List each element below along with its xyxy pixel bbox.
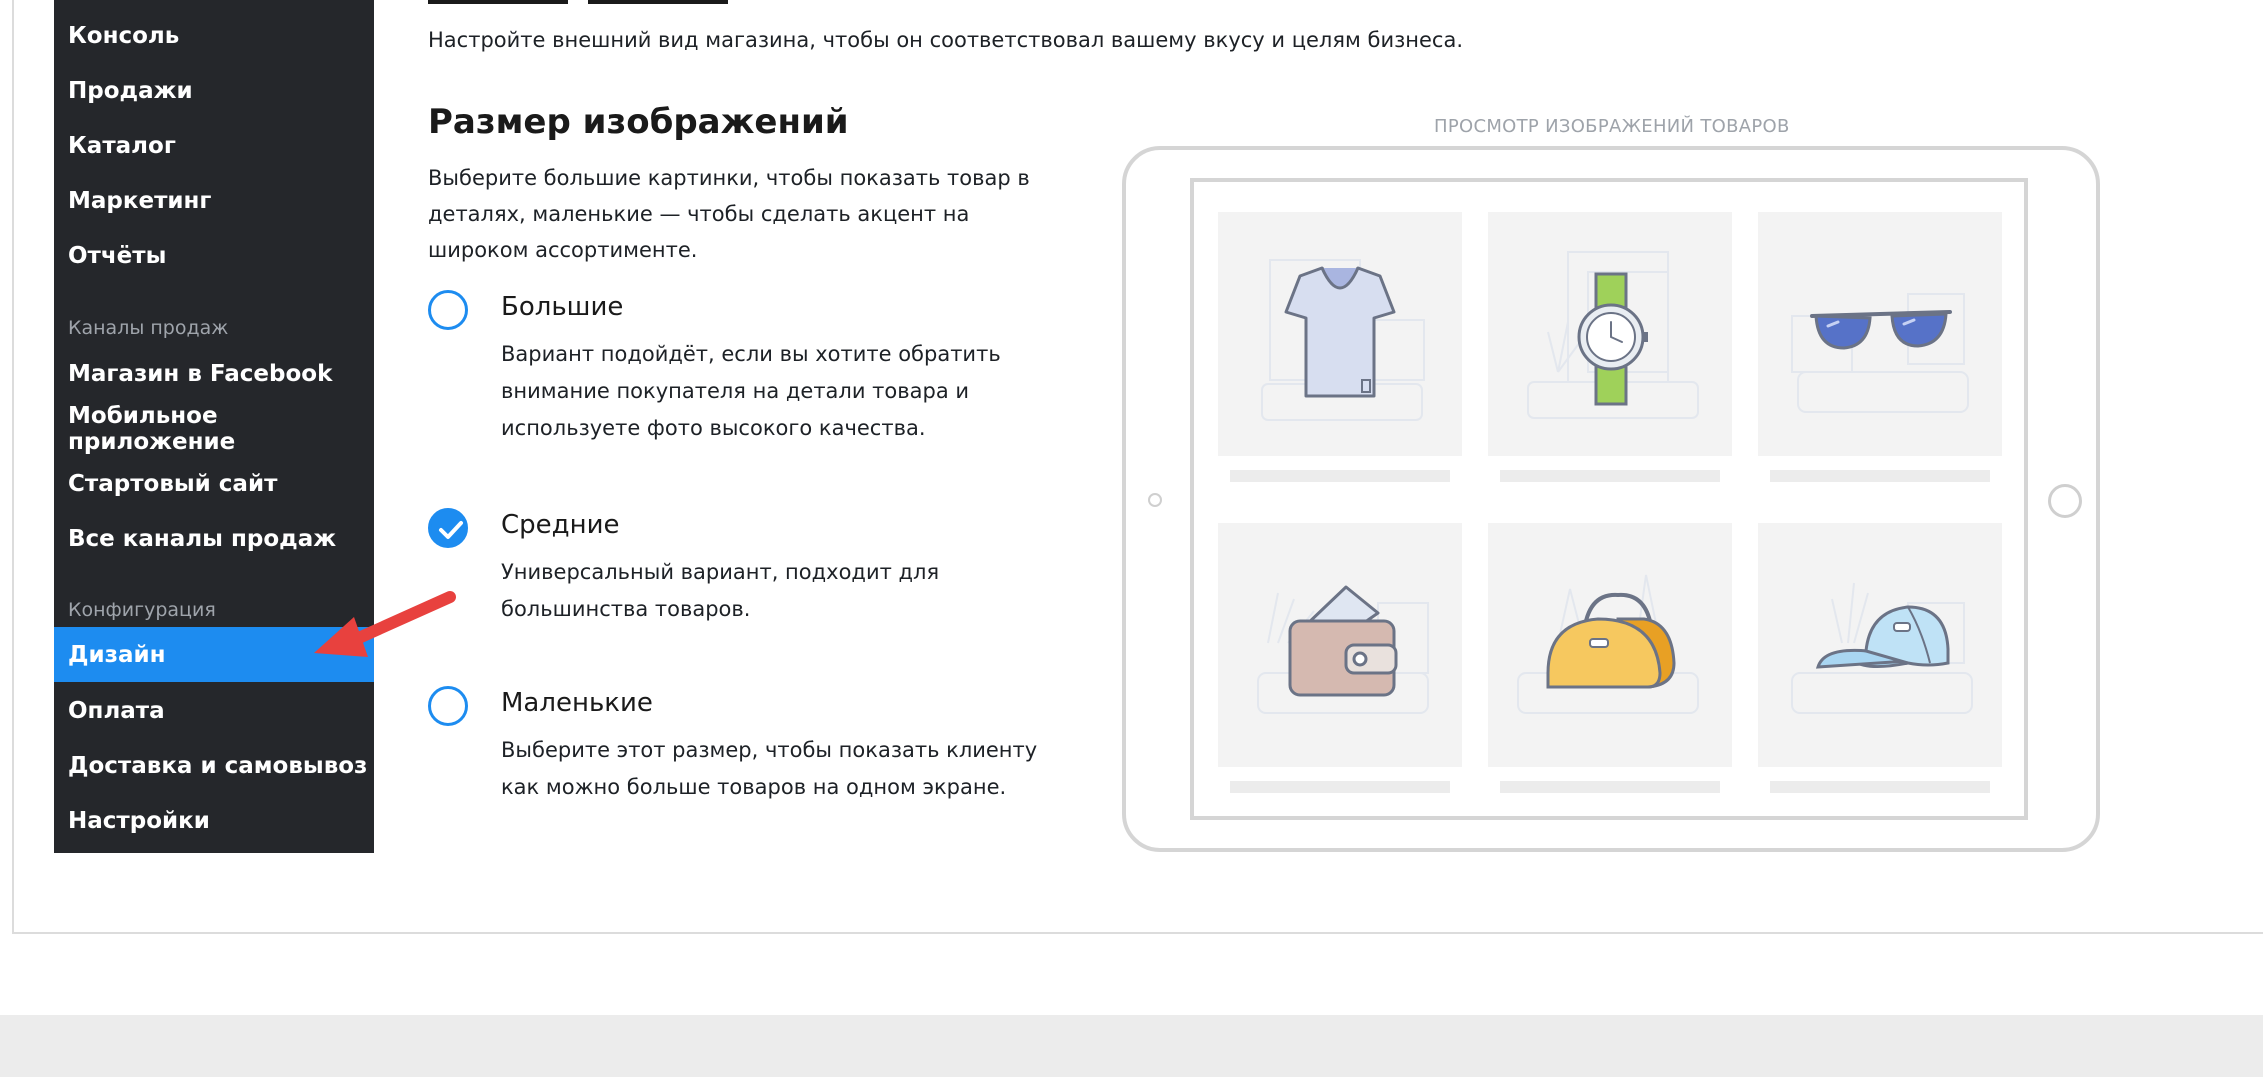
section-title: Размер изображений	[428, 102, 849, 142]
sidebar-item-reports[interactable]: Отчёты	[54, 228, 374, 283]
radio-large[interactable]	[428, 290, 468, 330]
sidebar-item-marketing[interactable]: Маркетинг	[54, 173, 374, 228]
product-caption-placeholder	[1770, 781, 1990, 793]
sidebar-item-label: Маркетинг	[68, 187, 212, 214]
product-tile	[1758, 212, 2002, 456]
sidebar-item-payment[interactable]: Оплата	[54, 683, 374, 738]
product-caption-placeholder	[1500, 781, 1720, 793]
sidebar-item-catalog[interactable]: Каталог	[54, 118, 374, 173]
radio-small[interactable]	[428, 686, 468, 726]
section-description: Выберите большие картинки, чтобы показат…	[428, 166, 1030, 262]
checkmark-icon	[439, 521, 463, 539]
sidebar-item-label: Стартовый сайт	[68, 470, 278, 497]
cap-icon	[1791, 582, 1973, 714]
sunglasses-icon	[1791, 293, 1969, 413]
sidebar-item-label: Оплата	[68, 697, 165, 724]
wallet-icon	[1257, 585, 1429, 714]
product-tile	[1758, 523, 2002, 767]
annotation-arrow-icon	[314, 591, 456, 657]
sidebar-item-mobile-app[interactable]: Мобильное приложение	[54, 401, 374, 456]
option-description: Выберите этот размер, чтобы показать кли…	[501, 738, 1038, 799]
option-title: Маленькие	[501, 688, 653, 718]
product-tile	[1218, 523, 1462, 767]
product-tile	[1218, 212, 1462, 456]
sidebar-item-label: Каталог	[68, 132, 176, 159]
footer-band	[0, 1015, 2263, 1077]
radio-medium[interactable]	[428, 508, 468, 548]
page-subtitle: Настройте внешний вид магазина, чтобы он…	[428, 28, 1464, 52]
product-caption-placeholder	[1500, 470, 1720, 482]
option-title: Средние	[501, 510, 620, 540]
sidebar-item-label: Отчёты	[68, 242, 167, 269]
sidebar-item-starter-site[interactable]: Стартовый сайт	[54, 456, 374, 511]
preview-label: ПРОСМОТР ИЗОБРАЖЕНИЙ ТОВАРОВ	[1434, 116, 1790, 137]
product-caption-placeholder	[1770, 470, 1990, 482]
sidebar-item-label: Все каналы продаж	[68, 525, 337, 552]
sidebar-item-settings[interactable]: Настройки	[54, 793, 374, 848]
product-tile	[1488, 523, 1732, 767]
sidebar-item-label: Мобильное приложение	[68, 402, 236, 455]
sidebar-section-config: Конфигурация	[68, 599, 216, 621]
page-title-cut	[428, 0, 878, 4]
sidebar-item-console[interactable]: Консоль	[54, 8, 374, 63]
sidebar-item-label: Магазин в Facebook	[68, 360, 333, 387]
tablet-home-button	[2048, 484, 2082, 518]
product-caption-placeholder	[1230, 781, 1450, 793]
sidebar-item-sales[interactable]: Продажи	[54, 63, 374, 118]
product-tile	[1488, 212, 1732, 456]
sidebar-item-facebook-shop[interactable]: Магазин в Facebook	[54, 346, 374, 401]
sidebar-item-shipping[interactable]: Доставка и самовывоз	[54, 738, 374, 793]
sidebar-item-label: Настройки	[68, 807, 210, 834]
option-description: Универсальный вариант, подходит для боль…	[501, 560, 940, 621]
t-shirt-icon	[1261, 259, 1425, 421]
tablet-camera	[1148, 493, 1162, 507]
sidebar-item-label: Доставка и самовывоз	[68, 752, 368, 779]
sidebar-item-label: Консоль	[68, 22, 180, 49]
sidebar-item-all-channels[interactable]: Все каналы продаж	[54, 511, 374, 566]
option-description: Вариант подойдёт, если вы хотите обратит…	[501, 342, 1001, 440]
bag-icon	[1517, 574, 1699, 714]
sidebar: Консоль Продажи Каталог Маркетинг Отчёты…	[54, 0, 374, 853]
sidebar-item-label: Продажи	[68, 77, 193, 104]
product-caption-placeholder	[1230, 470, 1450, 482]
sidebar-section-sales-channels: Каналы продаж	[68, 317, 229, 339]
sidebar-item-label: Дизайн	[68, 641, 166, 668]
watch-icon	[1527, 251, 1699, 419]
option-title: Большие	[501, 292, 624, 322]
